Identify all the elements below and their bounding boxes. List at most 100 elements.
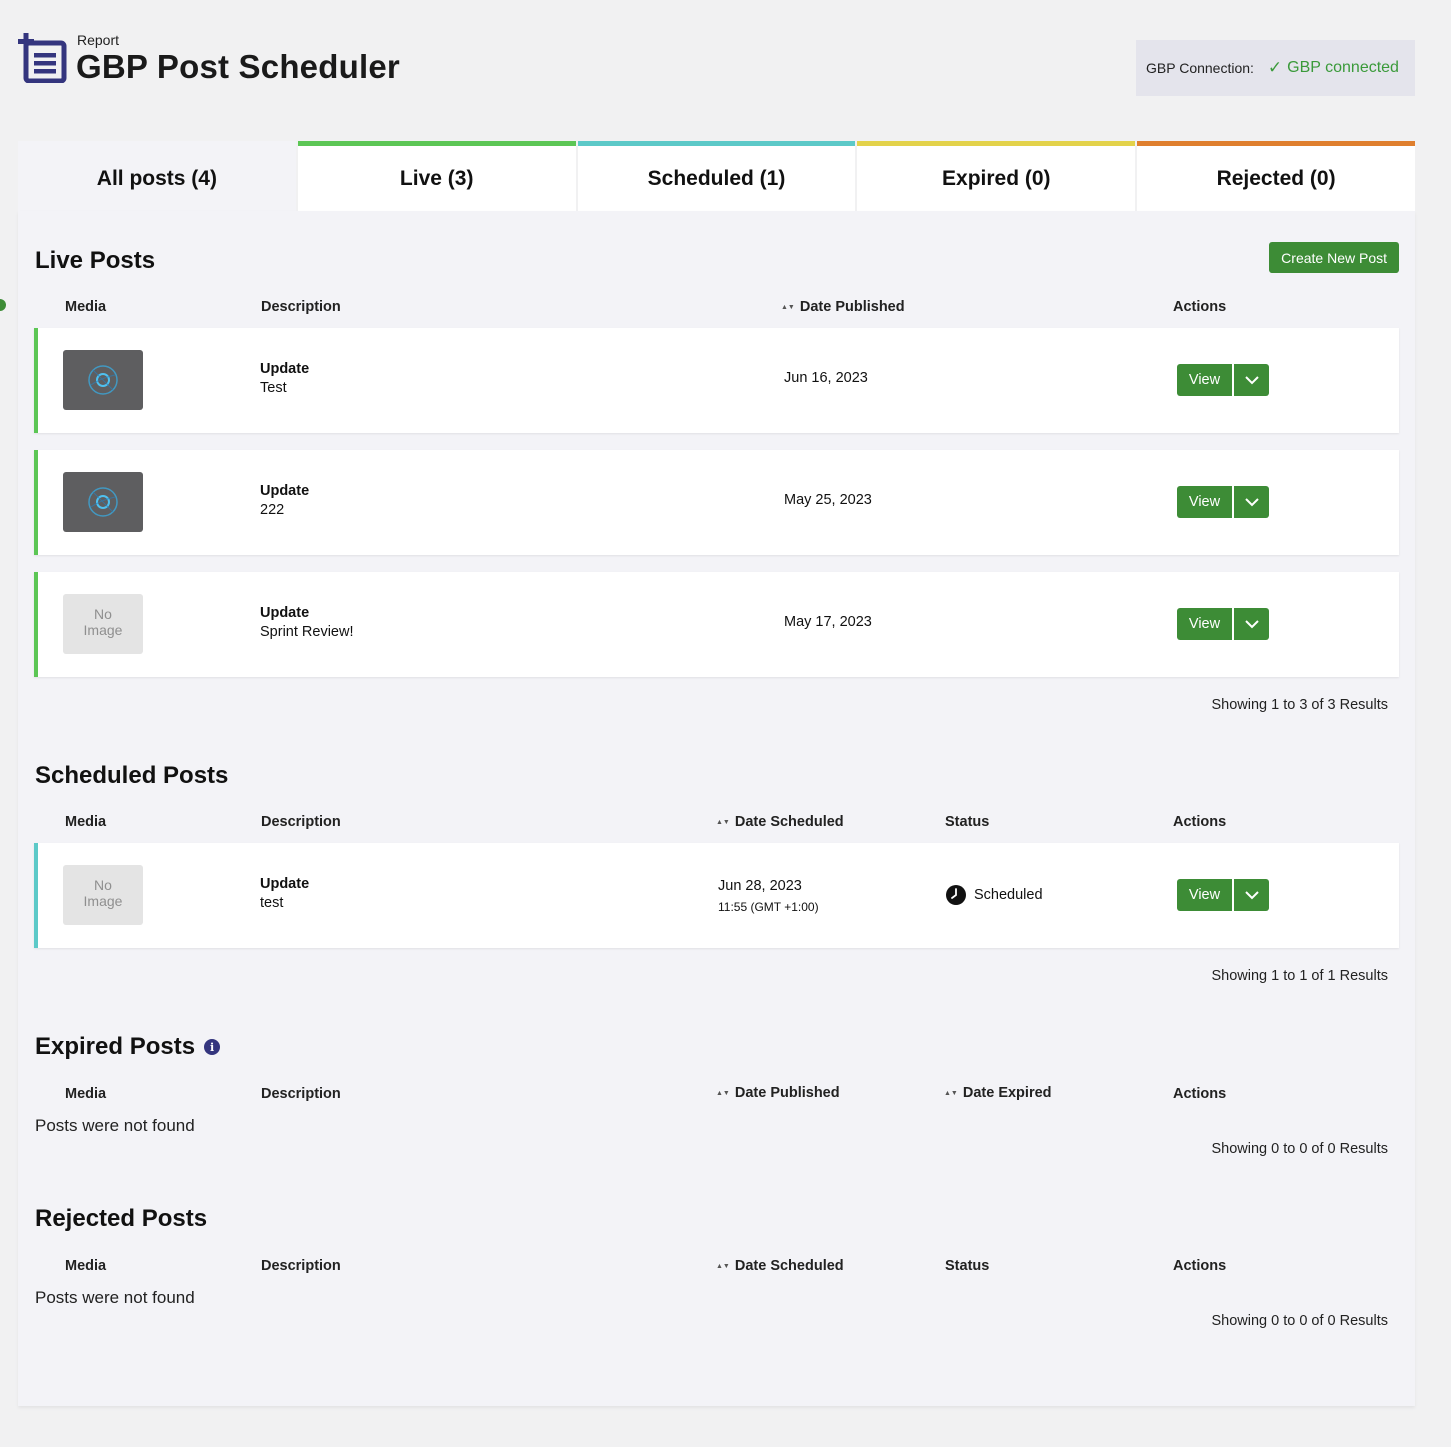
info-icon[interactable]: i [204,1039,221,1055]
post-type: Update [260,876,310,892]
post-type: Update [260,605,310,621]
sort-icon: ▲▼ [944,1090,958,1097]
connection-status: GBP connected [1287,59,1399,76]
expired-col-media: Media [65,1086,107,1102]
chevron-down-icon [1244,375,1259,384]
post-actions: View [1177,879,1269,911]
no-image-line-2: Image [83,893,123,909]
chevron-down-icon [1244,619,1259,628]
actions-dropdown-button[interactable] [1232,608,1269,640]
live-col-actions: Actions [1173,299,1227,315]
live-col-date-published-label: Date Published [799,299,905,315]
view-button[interactable]: View [1177,879,1232,911]
rejected-col-media: Media [65,1258,107,1274]
no-image-placeholder: No Image [63,594,143,654]
rejected-col-description: Description [261,1258,341,1274]
post-date: May 25, 2023 [784,492,872,508]
side-indicator-dot[interactable] [0,299,6,311]
tab-rejected[interactable]: Rejected (0) [1137,141,1415,211]
post-description: Update test [260,875,309,913]
no-image-line-2: Image [83,622,123,638]
live-posts-title: Live Posts [35,247,156,274]
rejected-col-date-scheduled[interactable]: ▲▼ Date Scheduled [716,1258,844,1274]
post-date: May 17, 2023 [784,614,872,630]
page-header: Report GBP Post Scheduler GBP Connection… [18,30,1415,100]
status-label: Scheduled [974,887,1043,903]
post-date: Jun 16, 2023 [784,370,868,386]
post-date: Jun 28, 2023 [718,878,802,894]
expired-pagination-info: Showing 0 to 0 of 0 Results [1211,1141,1388,1157]
sort-icon: ▲▼ [781,304,795,311]
expired-col-description: Description [261,1086,341,1102]
post-text: 222 [260,502,285,518]
expired-posts-title: Expired Posts [35,1033,196,1060]
live-col-media: Media [65,299,107,315]
post-type: Update [260,483,310,499]
live-col-description: Description [261,299,341,315]
tab-expired[interactable]: Expired (0) [857,141,1136,211]
chevron-down-icon [1244,890,1259,899]
post-description: Update Test [260,360,309,398]
live-col-date-published[interactable]: ▲▼ Date Published [781,299,905,315]
actions-dropdown-button[interactable] [1232,879,1269,911]
post-thumbnail [63,472,143,532]
sort-icon: ▲▼ [716,1263,730,1270]
post-time: 11:55 (GMT +1:00) [718,900,819,914]
posts-panel: Live Posts Create New Post Media Descrip… [18,211,1415,1406]
no-image-line-1: No [94,606,112,622]
table-row: Update 222 May 25, 2023 View [34,450,1399,555]
table-row: No Image Update Sprint Review! May 17, 2… [34,572,1399,677]
expired-posts-header: Expired Posts i [35,1033,221,1061]
expired-col-date-published-label: Date Published [734,1085,840,1101]
page-subtitle: Report [77,32,120,48]
expired-col-date-expired-label: Date Expired [962,1085,1052,1101]
table-row: No Image Update test Jun 28, 2023 11:55 … [34,843,1399,948]
live-pagination-info: Showing 1 to 3 of 3 Results [1211,697,1388,713]
create-new-post-button[interactable]: Create New Post [1269,242,1399,273]
post-thumbnail [63,350,143,410]
status-badge: Scheduled [946,885,1043,905]
sort-icon: ▲▼ [716,1090,730,1097]
post-image [88,365,118,395]
connection-label: GBP Connection: [1146,60,1254,76]
table-row: Update Test Jun 16, 2023 View [34,328,1399,433]
sort-icon: ▲▼ [716,819,730,826]
post-type: Update [260,361,310,377]
clock-icon [946,885,966,905]
scheduled-pagination-info: Showing 1 to 1 of 1 Results [1211,968,1388,984]
no-image-placeholder: No Image [63,865,143,925]
expired-col-date-expired[interactable]: ▲▼ Date Expired [944,1085,1052,1101]
view-button[interactable]: View [1177,486,1232,518]
check-icon: ✓ [1267,58,1283,77]
gbp-connection-box: GBP Connection: ✓ GBP connected [1136,40,1415,96]
actions-dropdown-button[interactable] [1232,486,1269,518]
scheduled-col-date-scheduled[interactable]: ▲▼ Date Scheduled [716,814,844,830]
rejected-pagination-info: Showing 0 to 0 of 0 Results [1211,1313,1388,1329]
rejected-col-date-scheduled-label: Date Scheduled [734,1258,844,1274]
expired-col-date-published[interactable]: ▲▼ Date Published [716,1085,840,1101]
rejected-posts-title: Rejected Posts [35,1205,208,1232]
post-text: test [260,895,284,911]
post-description: Update Sprint Review! [260,604,353,642]
post-actions: View [1177,364,1269,396]
rejected-empty-message: Posts were not found [35,1288,195,1307]
rejected-col-status: Status [945,1258,990,1274]
post-image [88,487,118,517]
post-text: Sprint Review! [260,624,354,640]
actions-dropdown-button[interactable] [1232,364,1269,396]
view-button[interactable]: View [1177,608,1232,640]
view-button[interactable]: View [1177,364,1232,396]
tab-live[interactable]: Live (3) [297,141,576,211]
post-text: Test [260,380,287,396]
expired-empty-message: Posts were not found [35,1116,195,1135]
tab-scheduled[interactable]: Scheduled (1) [577,141,856,211]
expired-col-actions: Actions [1173,1086,1227,1102]
scheduled-col-date-scheduled-label: Date Scheduled [734,814,844,830]
rejected-col-actions: Actions [1173,1258,1227,1274]
post-actions: View [1177,608,1269,640]
scheduled-col-actions: Actions [1173,814,1227,830]
chevron-down-icon [1244,497,1259,506]
scheduled-posts-title: Scheduled Posts [35,762,229,789]
tab-all-posts[interactable]: All posts (4) [18,141,296,211]
no-image-line-1: No [94,877,112,893]
